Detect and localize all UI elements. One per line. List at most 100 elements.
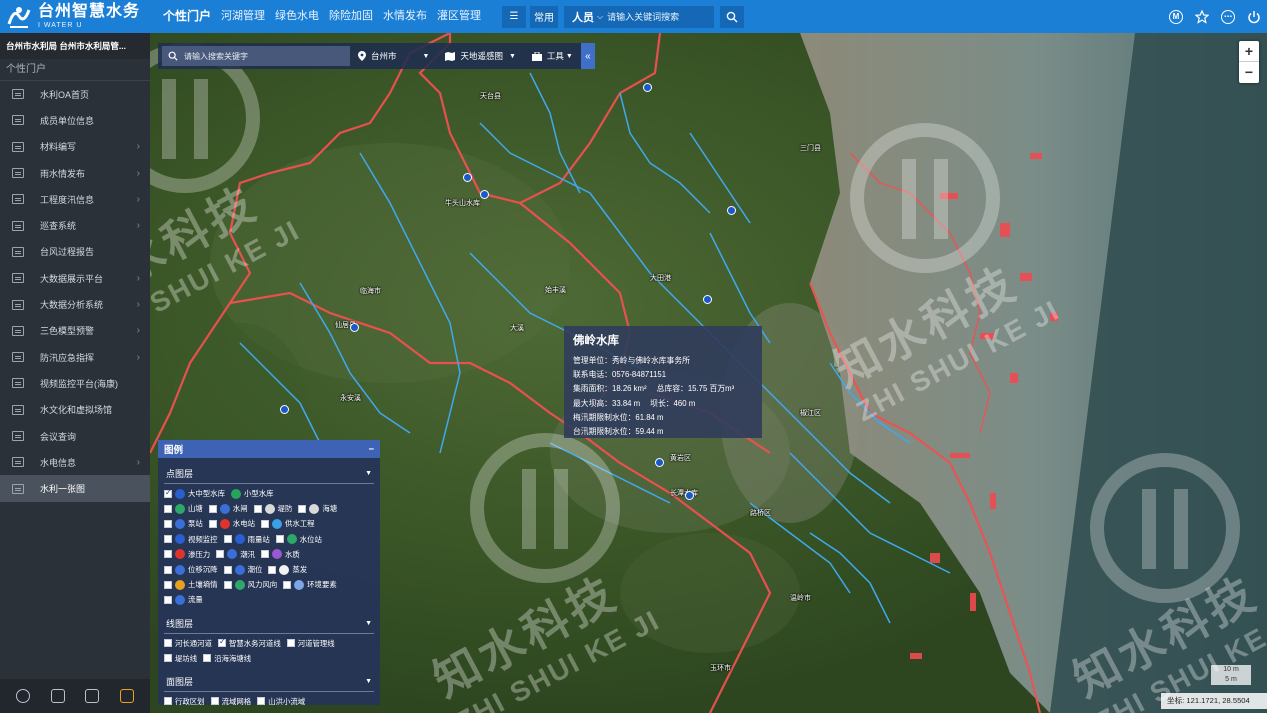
- legend-item[interactable]: 蒸发: [268, 564, 307, 575]
- nav-irrigation[interactable]: 灌区管理: [432, 0, 486, 33]
- layer-checkbox[interactable]: [298, 504, 307, 513]
- sidebar-item[interactable]: 工程度汛信息 ›: [0, 186, 150, 212]
- zoom-out-button[interactable]: −: [1239, 62, 1259, 83]
- reservoir-marker[interactable]: [463, 173, 472, 182]
- map-view[interactable]: 天台县 临海市 仙居县 黄岩区 椒江区 路桥区 温岭市 玉环市 三门县 大田港 …: [150, 33, 1267, 713]
- legend-section-line[interactable]: 线图层 ▼: [158, 608, 380, 633]
- speaker-icon[interactable]: [119, 689, 134, 703]
- legend-section-point[interactable]: 点图层 ▼: [158, 458, 380, 483]
- layer-checkbox[interactable]: [164, 504, 172, 513]
- legend-item[interactable]: 河道管理线: [286, 638, 335, 649]
- shirt-icon[interactable]: [85, 689, 100, 703]
- search-scope-select[interactable]: 人员: [572, 9, 594, 25]
- region-select[interactable]: 台州市 ▼: [350, 43, 437, 69]
- menu-button[interactable]: ☰: [502, 5, 527, 28]
- sidebar-item[interactable]: 三色模型预警 ›: [0, 318, 150, 344]
- legend-item[interactable]: 水位站: [275, 534, 322, 545]
- common-button[interactable]: 常用: [530, 5, 559, 28]
- legend-item[interactable]: 水电站: [208, 518, 255, 529]
- legend-item[interactable]: 行政区划: [164, 696, 205, 705]
- legend-item[interactable]: 供水工程: [260, 518, 315, 529]
- legend-item[interactable]: 大中型水库: [164, 488, 225, 499]
- reservoir-marker[interactable]: [703, 295, 712, 304]
- gear-icon[interactable]: [16, 689, 31, 703]
- layer-checkbox[interactable]: [216, 550, 225, 559]
- sidebar-item[interactable]: 大数据展示平台 ›: [0, 265, 150, 291]
- sidebar-item[interactable]: 会议查询: [0, 423, 150, 449]
- reservoir-marker[interactable]: [727, 206, 736, 215]
- legend-item[interactable]: 沿海海塘线: [203, 653, 251, 664]
- sidebar-item[interactable]: 水电信息 ›: [0, 449, 150, 475]
- layer-checkbox[interactable]: [260, 519, 269, 528]
- layer-checkbox[interactable]: [164, 697, 172, 705]
- layer-checkbox[interactable]: [260, 550, 269, 559]
- legend-item[interactable]: 风力风向: [223, 579, 277, 590]
- nav-personal-portal[interactable]: 个性门户: [158, 0, 216, 33]
- layer-checkbox[interactable]: [164, 654, 172, 663]
- legend-item[interactable]: 山洪小流域: [257, 696, 305, 705]
- sidebar-item[interactable]: 水文化和虚拟场馆: [0, 397, 150, 423]
- layer-checkbox[interactable]: [164, 488, 172, 498]
- legend-item[interactable]: 智慧水务河道线: [217, 637, 281, 649]
- legend-item[interactable]: 流域网格: [210, 696, 251, 705]
- sidebar-item[interactable]: 水利OA首页: [0, 81, 150, 107]
- reservoir-marker[interactable]: [350, 323, 359, 332]
- legend-item[interactable]: 小型水库: [230, 488, 274, 499]
- layer-checkbox[interactable]: [223, 580, 232, 589]
- sidebar-item[interactable]: 水利一张图: [0, 475, 150, 502]
- reservoir-marker[interactable]: [685, 491, 694, 500]
- sidebar-item[interactable]: 材料编写 ›: [0, 134, 150, 160]
- reservoir-marker[interactable]: [480, 190, 489, 199]
- layer-checkbox[interactable]: [283, 580, 292, 589]
- legend-item[interactable]: 海塘: [298, 503, 337, 514]
- layer-checkbox[interactable]: [223, 535, 232, 544]
- sidebar-item[interactable]: 视频监控平台(海康): [0, 370, 150, 396]
- legend-item[interactable]: 位移沉降: [164, 564, 218, 575]
- reservoir-marker[interactable]: [655, 458, 664, 467]
- layer-checkbox[interactable]: [253, 504, 262, 513]
- layer-checkbox[interactable]: [275, 535, 284, 544]
- legend-item[interactable]: 潮位: [223, 564, 262, 575]
- app-logo[interactable]: 台州智慧水务 I WATER U: [0, 0, 150, 33]
- legend-item[interactable]: 流量: [164, 594, 203, 605]
- layer-checkbox[interactable]: [164, 580, 172, 589]
- lock-icon[interactable]: [50, 689, 65, 703]
- layer-checkbox[interactable]: [286, 639, 295, 648]
- nav-reinforcement[interactable]: 除险加固: [324, 0, 378, 33]
- legend-item[interactable]: 堤坊线: [164, 653, 197, 664]
- power-icon[interactable]: [1247, 10, 1261, 24]
- layer-checkbox[interactable]: [164, 519, 172, 528]
- search-button[interactable]: [720, 5, 745, 28]
- layer-checkbox[interactable]: [164, 535, 172, 544]
- nav-water-info[interactable]: 水情发布: [378, 0, 432, 33]
- legend-item[interactable]: 山塘: [164, 503, 203, 514]
- layer-checkbox[interactable]: [164, 595, 172, 604]
- toolbar-collapse-button[interactable]: «: [580, 43, 595, 69]
- layer-checkbox[interactable]: [203, 654, 212, 663]
- sidebar-item[interactable]: 雨水情发布 ›: [0, 160, 150, 186]
- more-icon[interactable]: ⋯: [1221, 9, 1235, 24]
- legend-item[interactable]: 潮汛: [216, 549, 255, 560]
- legend-item[interactable]: 渗压力: [164, 549, 210, 560]
- layer-checkbox[interactable]: [208, 504, 217, 513]
- sidebar-item[interactable]: 巡查系统 ›: [0, 212, 150, 238]
- legend-item[interactable]: 泵站: [164, 518, 203, 529]
- star-icon[interactable]: [1195, 9, 1209, 24]
- layer-checkbox[interactable]: [164, 550, 172, 559]
- legend-item[interactable]: 水闸: [208, 503, 248, 514]
- reservoir-marker[interactable]: [280, 405, 289, 414]
- layer-checkbox[interactable]: [208, 519, 217, 528]
- basemap-select[interactable]: 天地遥感图 ▼: [437, 43, 523, 69]
- layer-checkbox[interactable]: [210, 697, 219, 705]
- legend-collapse-button[interactable]: −: [368, 444, 374, 455]
- legend-section-area[interactable]: 面图层 ▼: [158, 666, 380, 691]
- sidebar-item[interactable]: 大数据分析系统 ›: [0, 291, 150, 317]
- sidebar-item[interactable]: 台风过程报告: [0, 239, 150, 265]
- layer-checkbox[interactable]: [257, 697, 266, 705]
- nav-river-lake[interactable]: 河湖管理: [216, 0, 270, 33]
- layer-checkbox[interactable]: [223, 565, 232, 574]
- sidebar-item[interactable]: 成员单位信息: [0, 107, 150, 133]
- legend-item[interactable]: 视频监控: [164, 534, 218, 545]
- legend-item[interactable]: 环境要素: [283, 579, 337, 590]
- sidebar-item[interactable]: 防汛应急指挥 ›: [0, 344, 150, 370]
